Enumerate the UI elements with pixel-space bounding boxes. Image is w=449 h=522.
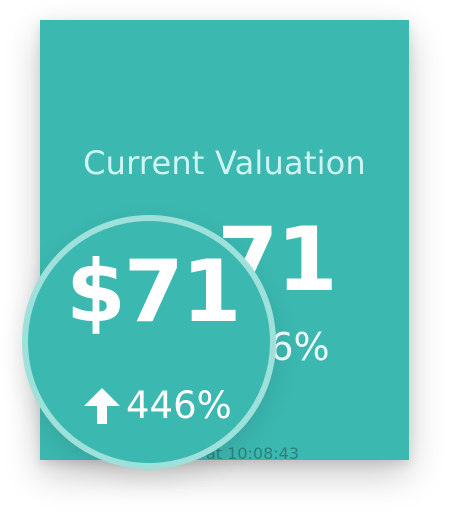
magnifier-overlay: $71 446% [22, 215, 276, 469]
magnified-change: 446% [84, 387, 232, 424]
magnified-change-percent: 446% [126, 384, 232, 427]
magnified-value: $71 [66, 242, 242, 342]
screenshot-stage: Current Valuation $71 446% s at 10:08:43… [0, 0, 449, 522]
card-title: Current Valuation [83, 144, 366, 182]
arrow-up-icon [84, 387, 120, 424]
